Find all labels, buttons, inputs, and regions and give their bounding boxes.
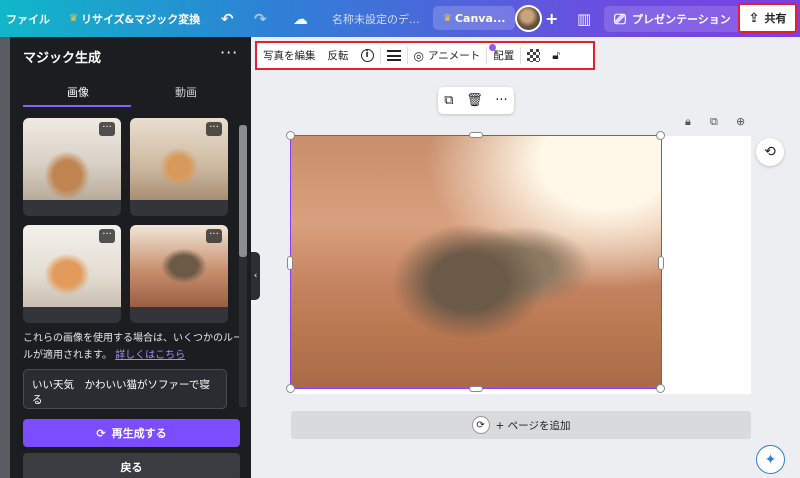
present-wrapper: ⎚ プレゼンテーション	[604, 6, 741, 32]
add-page-label: + ページを追加	[495, 419, 571, 432]
resize-handle-br[interactable]	[656, 384, 665, 393]
resize-handle-left[interactable]	[287, 256, 293, 270]
add-collaborator-button[interactable]: +	[545, 0, 558, 37]
lock-button[interactable]: 🔓︎	[546, 43, 566, 68]
context-toolbar: 写真を編集 反転 i ◎ アニメート 配置 🔓︎	[255, 41, 595, 70]
animate-button[interactable]: ◎ アニメート	[408, 43, 487, 68]
resize-handle-bl[interactable]	[286, 384, 295, 393]
info-button[interactable]: i	[355, 43, 380, 68]
redo-button[interactable]: ↷	[254, 0, 267, 37]
resize-handle-tl[interactable]	[286, 131, 295, 140]
share-label: 共有	[764, 12, 787, 25]
tab-image[interactable]: 画像	[67, 84, 89, 100]
add-page-icon[interactable]: ⊕	[736, 115, 745, 128]
resize-magic-button[interactable]: ♛ リサイズ&マジック変換	[69, 0, 200, 37]
resize-handle-tr[interactable]	[656, 131, 665, 140]
resize-handle-right[interactable]	[658, 256, 664, 270]
regenerate-button[interactable]: ⟳ 再生成する	[23, 419, 240, 447]
more-icon[interactable]: ···	[495, 93, 507, 108]
generated-image-4[interactable]: ···	[130, 225, 228, 323]
add-page-button[interactable]: ⟳ + ページを追加	[291, 411, 751, 439]
refresh-icon: ⟳	[471, 416, 490, 434]
generated-image-3[interactable]: ···	[23, 225, 121, 323]
resize-handle-top[interactable]	[469, 132, 483, 138]
active-tab-indicator	[23, 105, 131, 107]
present-label: プレゼンテーション	[632, 13, 731, 26]
selection-box	[290, 135, 662, 389]
transparency-icon	[527, 49, 541, 62]
duplicate-page-icon[interactable]: ⧉	[710, 115, 718, 129]
bar-chart-icon: ▥	[577, 9, 592, 28]
lock-icon: 🔓︎	[552, 48, 561, 62]
document-title[interactable]: 名称未設定のデ...	[332, 0, 420, 37]
learn-more-link[interactable]: 詳しくはこちら	[115, 350, 185, 361]
panel-scroll-strip	[0, 37, 10, 478]
refresh-add-icon: ⟲	[764, 144, 776, 160]
usage-note: これらの画像を使用する場合は、いくつかのルールが適用されます。 詳しくはこちら	[23, 330, 243, 364]
border-lines-icon	[386, 50, 401, 61]
avatar[interactable]	[515, 5, 542, 32]
transparency-button[interactable]	[521, 43, 546, 68]
prompt-input[interactable]: いい天気 かわいい猫がソファーで寝る	[23, 369, 227, 409]
upload-icon: ⇪	[748, 10, 760, 26]
lock-page-icon[interactable]: 🔒︎	[685, 115, 691, 129]
undo-icon: ↶	[221, 9, 234, 28]
crown-icon: ♛	[69, 13, 78, 24]
top-bar: ファイル ♛ リサイズ&マジック変換 ↶ ↷ ☁ 名称未設定のデ... ♛ Ca…	[0, 0, 800, 37]
animate-icon: ◎	[413, 48, 424, 63]
scrollbar-thumb[interactable]	[239, 125, 247, 257]
generated-image-1[interactable]: ···	[23, 118, 121, 216]
magic-assistant-button[interactable]: ✦	[756, 445, 785, 474]
share-button[interactable]: ⇪ 共有	[738, 3, 797, 33]
sparkle-icon: ✦	[764, 451, 777, 468]
more-icon[interactable]: ···	[99, 229, 115, 243]
presentation-icon: ⎚	[614, 10, 627, 28]
more-icon[interactable]: ···	[99, 122, 115, 136]
info-icon: i	[360, 49, 374, 62]
border-style-button[interactable]	[381, 43, 407, 68]
duplicate-icon[interactable]: ⧉	[444, 93, 453, 108]
animate-label: アニメート	[427, 50, 481, 62]
more-icon[interactable]: ···	[206, 229, 222, 243]
collapse-panel-handle[interactable]: ‹	[251, 252, 260, 300]
chevron-left-icon: ‹	[253, 271, 258, 281]
canva-pro-button[interactable]: ♛ Canva...	[433, 6, 516, 30]
back-button[interactable]: 戻る	[23, 453, 240, 478]
regenerate-label: 再生成する	[111, 427, 167, 440]
refresh-icon: ⟳	[96, 426, 106, 440]
crown-icon: ♛	[443, 12, 452, 24]
magic-generate-panel: マジック生成 ··· 画像 動画 ··· ··· ··· ··· これらの画像を…	[0, 37, 251, 478]
tab-video[interactable]: 動画	[175, 84, 197, 100]
resize-label: リサイズ&マジック変換	[80, 12, 201, 26]
refresh-comment-button[interactable]: ⟲	[756, 138, 784, 166]
generated-image-2[interactable]: ···	[130, 118, 228, 216]
redo-icon: ↷	[254, 9, 267, 28]
present-button[interactable]: ⎚ プレゼンテーション	[604, 6, 741, 32]
canva-label: Canva...	[454, 11, 506, 25]
cloud-saved-icon: ☁	[293, 9, 308, 28]
element-float-toolbar: ⧉ 🗑︎ ···	[438, 87, 514, 114]
resize-handle-bottom[interactable]	[469, 386, 483, 392]
flip-button[interactable]: 反転	[322, 43, 355, 68]
file-menu[interactable]: ファイル	[6, 0, 50, 37]
more-icon[interactable]: ···	[220, 43, 238, 62]
analytics-button[interactable]: ▥	[577, 0, 591, 37]
cloud-status[interactable]: ☁	[293, 0, 308, 37]
undo-button[interactable]: ↶	[221, 0, 234, 37]
trash-icon[interactable]: 🗑︎	[466, 93, 483, 108]
canva-pro-wrapper: ♛ Canva...	[433, 6, 516, 30]
edit-photo-button[interactable]: 写真を編集	[257, 43, 322, 68]
new-feature-dot	[489, 44, 496, 51]
panel-title: マジック生成	[23, 51, 102, 66]
more-icon[interactable]: ···	[206, 122, 222, 136]
